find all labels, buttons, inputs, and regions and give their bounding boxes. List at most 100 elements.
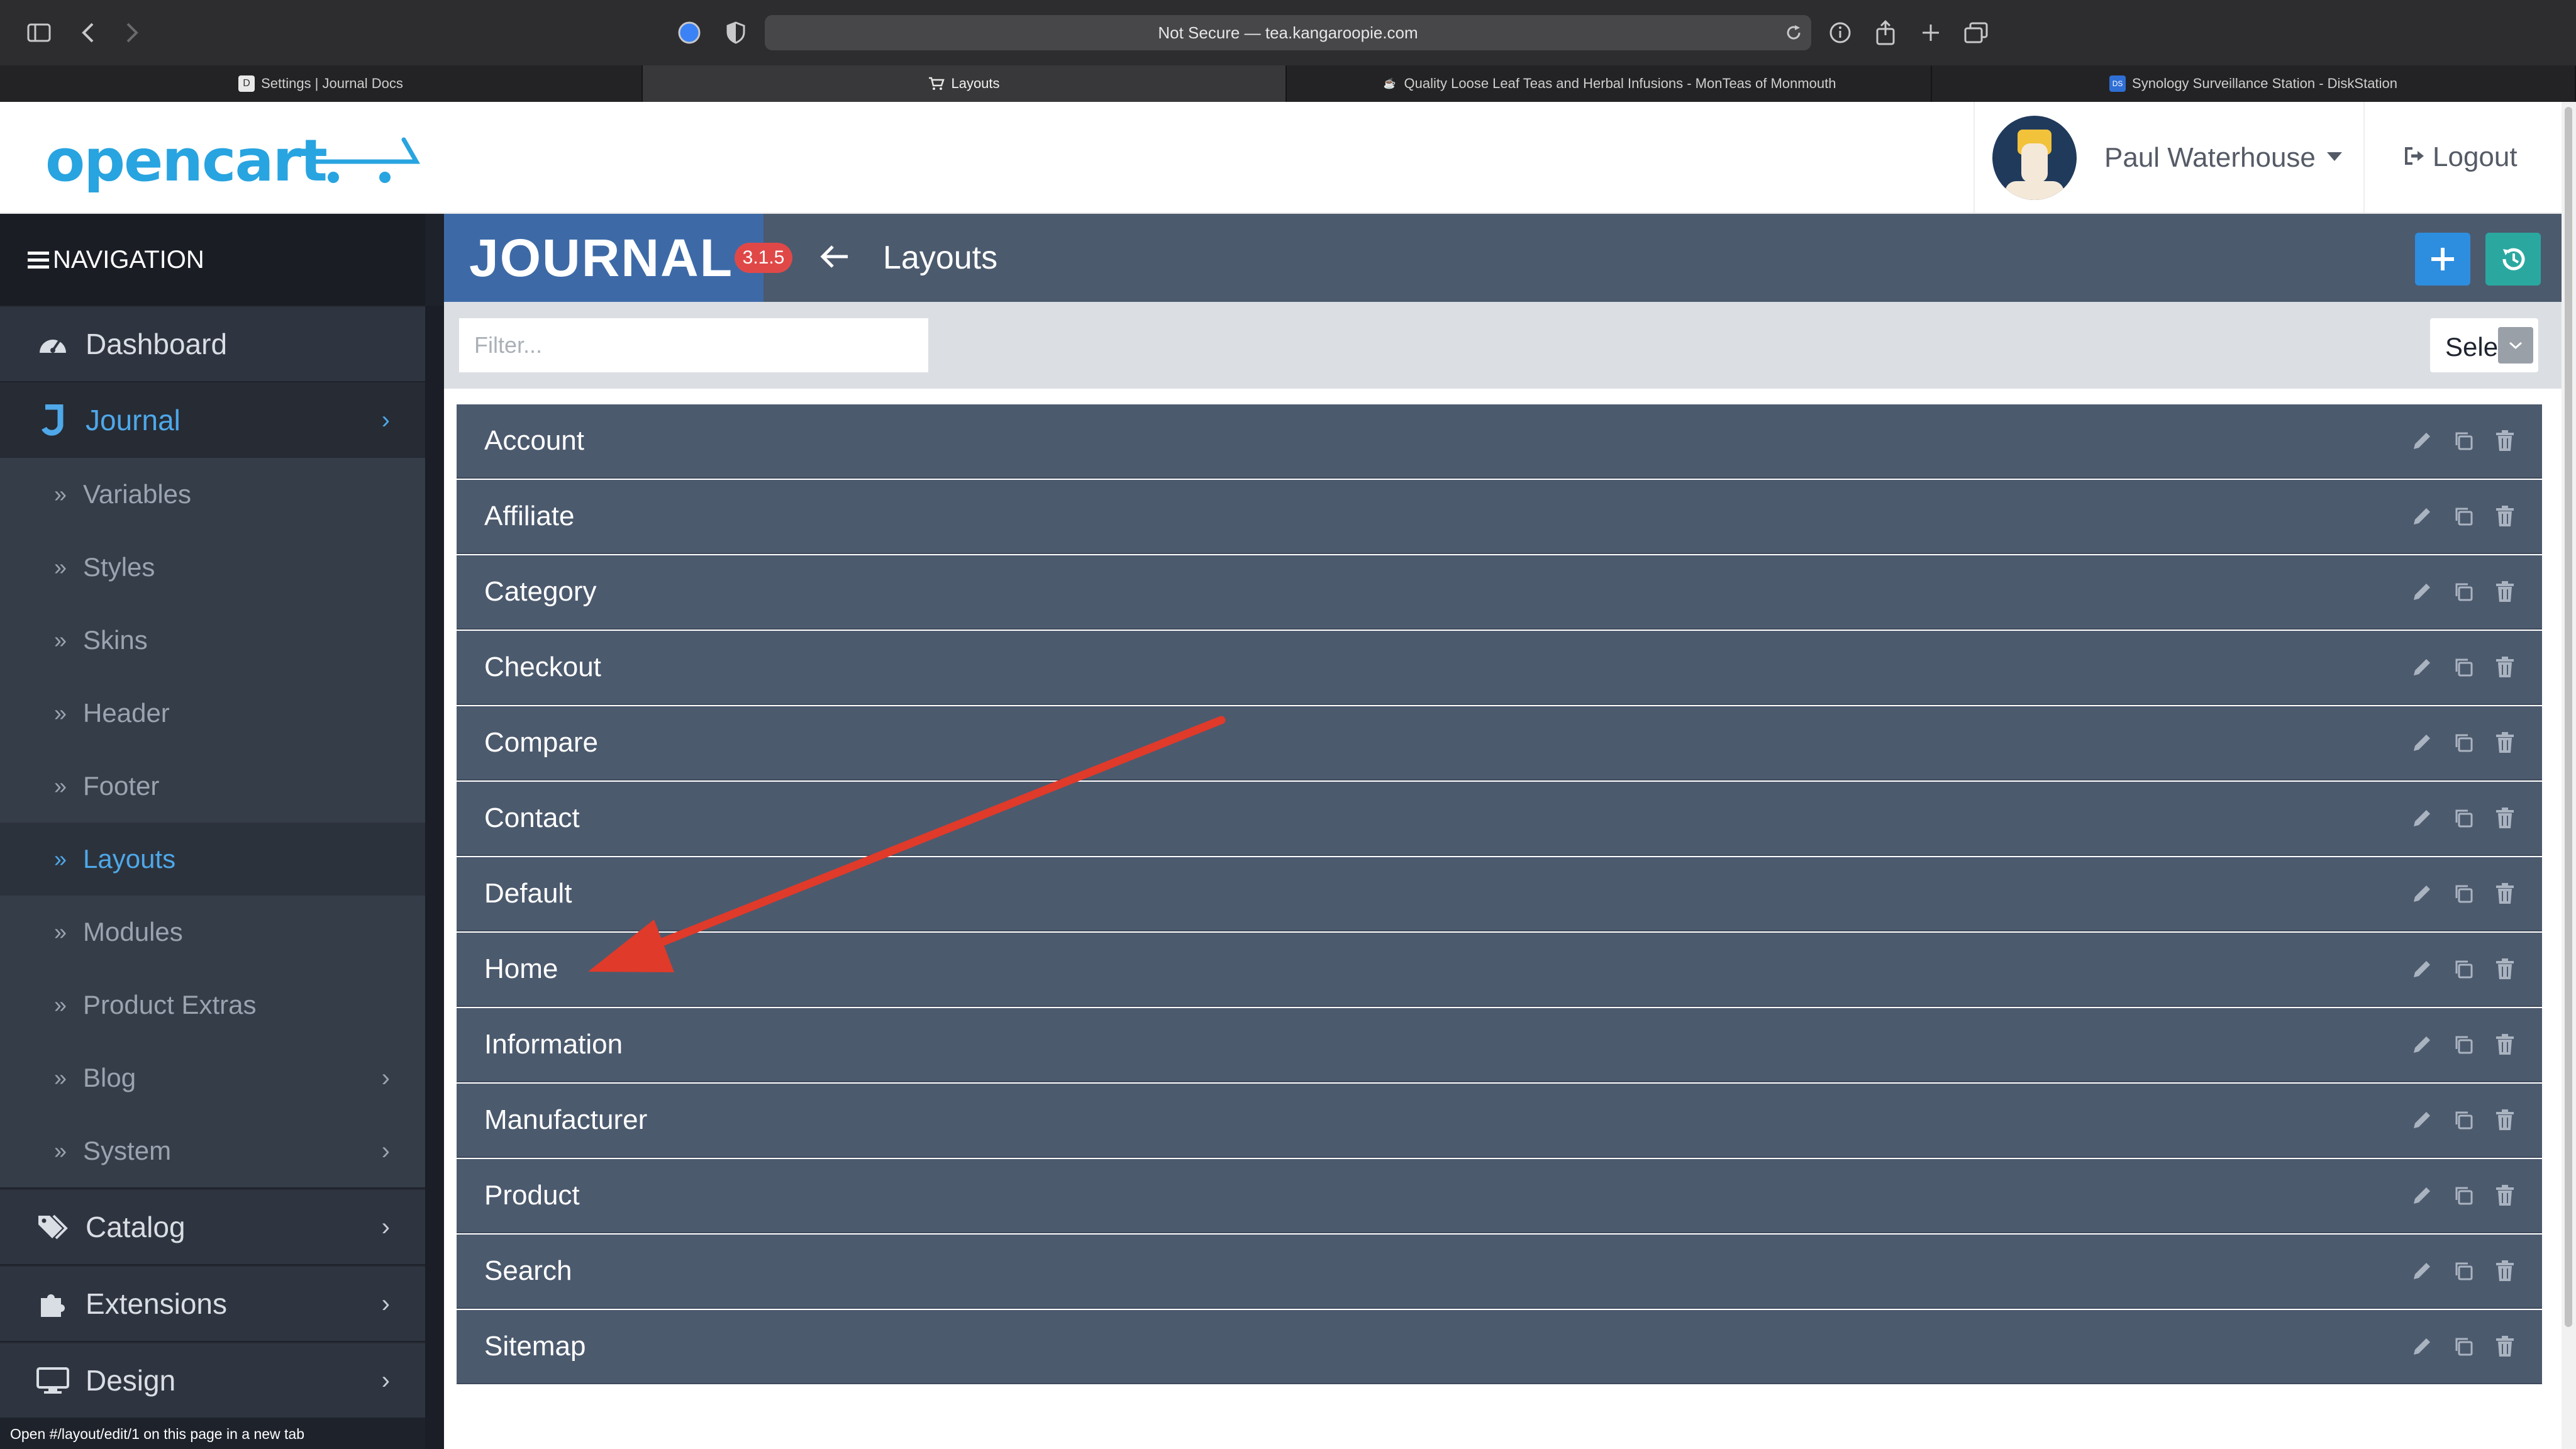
layout-row[interactable]: Default (457, 857, 2542, 931)
edit-icon[interactable] (2410, 1259, 2434, 1283)
delete-icon[interactable] (2493, 1335, 2517, 1358)
delete-icon[interactable] (2493, 655, 2517, 679)
opencart-logo[interactable]: opencart (45, 127, 421, 194)
sidebar-scrollbar[interactable] (425, 306, 444, 1449)
sidebar-subitem-variables[interactable]: » Variables (0, 458, 425, 531)
forward-icon[interactable] (116, 16, 148, 49)
edit-icon[interactable] (2410, 580, 2434, 604)
logout-button[interactable]: Logout (2404, 137, 2518, 177)
sidebar-toggle-icon[interactable] (23, 16, 55, 49)
layout-row[interactable]: Search (457, 1235, 2542, 1309)
new-tab-icon[interactable] (1914, 16, 1947, 49)
copy-icon[interactable] (2451, 1033, 2475, 1057)
delete-icon[interactable] (2493, 957, 2517, 981)
delete-icon[interactable] (2493, 731, 2517, 755)
layout-name[interactable]: Product (484, 1180, 580, 1211)
delete-icon[interactable] (2493, 1259, 2517, 1283)
delete-icon[interactable] (2493, 806, 2517, 830)
share-icon[interactable] (1869, 16, 1902, 49)
copy-icon[interactable] (2451, 655, 2475, 679)
layout-name[interactable]: Sitemap (484, 1331, 586, 1362)
copy-icon[interactable] (2451, 806, 2475, 830)
layout-name[interactable]: Information (484, 1029, 623, 1060)
edit-icon[interactable] (2410, 1184, 2434, 1208)
tab-synology[interactable]: DS Synology Surveillance Station - DiskS… (1932, 65, 2576, 102)
edit-icon[interactable] (2410, 957, 2434, 981)
edit-icon[interactable] (2410, 1108, 2434, 1132)
sidebar-item-design[interactable]: Design › (0, 1342, 425, 1418)
copy-icon[interactable] (2451, 957, 2475, 981)
tab-journal-docs[interactable]: D Settings | Journal Docs (0, 65, 643, 102)
sidebar-subitem-product-extras[interactable]: » Product Extras (0, 969, 425, 1041)
layout-name[interactable]: Default (484, 878, 572, 909)
layout-name[interactable]: Contact (484, 802, 580, 834)
info-icon[interactable] (1824, 16, 1857, 49)
layout-row[interactable]: Compare (457, 706, 2542, 780)
copy-icon[interactable] (2451, 429, 2475, 453)
layout-row[interactable]: Checkout (457, 631, 2542, 705)
navigation-header[interactable]: NAVIGATION (0, 214, 425, 306)
delete-icon[interactable] (2493, 1184, 2517, 1208)
delete-icon[interactable] (2493, 882, 2517, 906)
layout-name[interactable]: Home (484, 953, 558, 985)
privacy-icon[interactable] (673, 16, 706, 49)
reload-icon[interactable] (1777, 16, 1810, 49)
address-bar[interactable]: Not Secure — tea.kangaroopie.com (765, 15, 1811, 50)
layout-row[interactable]: Contact (457, 782, 2542, 856)
copy-icon[interactable] (2451, 1335, 2475, 1358)
edit-icon[interactable] (2410, 655, 2434, 679)
delete-icon[interactable] (2493, 580, 2517, 604)
delete-icon[interactable] (2493, 1033, 2517, 1057)
sidebar-subitem-footer[interactable]: » Footer (0, 750, 425, 823)
copy-icon[interactable] (2451, 1259, 2475, 1283)
sidebar-item-extensions[interactable]: Extensions › (0, 1265, 425, 1341)
sidebar-subitem-styles[interactable]: » Styles (0, 531, 425, 604)
delete-icon[interactable] (2493, 504, 2517, 528)
layout-row[interactable]: Product (457, 1159, 2542, 1233)
sidebar-subitem-skins[interactable]: » Skins (0, 604, 425, 677)
shield-icon[interactable] (719, 16, 752, 49)
edit-icon[interactable] (2410, 806, 2434, 830)
layout-row[interactable]: Affiliate (457, 480, 2542, 554)
layout-name[interactable]: Account (484, 425, 584, 457)
layout-name[interactable]: Category (484, 576, 597, 608)
edit-icon[interactable] (2410, 429, 2434, 453)
tab-monteas[interactable]: ☕ Quality Loose Leaf Teas and Herbal Inf… (1287, 65, 1932, 102)
edit-icon[interactable] (2410, 1033, 2434, 1057)
copy-icon[interactable] (2451, 504, 2475, 528)
page-scrollbar-thumb[interactable] (2565, 107, 2572, 1327)
layout-name[interactable]: Search (484, 1255, 572, 1287)
sidebar-subitem-layouts[interactable]: » Layouts (0, 823, 425, 896)
store-select[interactable]: Sele (2430, 318, 2538, 372)
edit-icon[interactable] (2410, 504, 2434, 528)
edit-icon[interactable] (2410, 1335, 2434, 1358)
layout-row[interactable]: Sitemap (457, 1310, 2542, 1384)
layout-name[interactable]: Checkout (484, 652, 601, 683)
sidebar-subitem-header[interactable]: » Header (0, 677, 425, 750)
sidebar-subitem-modules[interactable]: » Modules (0, 896, 425, 969)
layout-row[interactable]: Manufacturer (457, 1084, 2542, 1158)
sidebar-item-dashboard[interactable]: Dashboard (0, 306, 425, 381)
layout-name[interactable]: Manufacturer (484, 1104, 647, 1136)
layout-row[interactable]: Home (457, 933, 2542, 1007)
layout-name[interactable]: Affiliate (484, 501, 575, 532)
sidebar-subitem-blog[interactable]: » Blog › (0, 1041, 425, 1114)
back-icon[interactable] (72, 16, 104, 49)
edit-icon[interactable] (2410, 882, 2434, 906)
layout-name[interactable]: Compare (484, 727, 598, 758)
add-layout-button[interactable] (2415, 233, 2470, 286)
delete-icon[interactable] (2493, 429, 2517, 453)
filter-input[interactable] (459, 318, 928, 372)
copy-icon[interactable] (2451, 731, 2475, 755)
layout-row[interactable]: Information (457, 1008, 2542, 1082)
tab-overview-icon[interactable] (1960, 16, 1992, 49)
copy-icon[interactable] (2451, 580, 2475, 604)
copy-icon[interactable] (2451, 882, 2475, 906)
copy-icon[interactable] (2451, 1184, 2475, 1208)
delete-icon[interactable] (2493, 1108, 2517, 1132)
layout-row[interactable]: Category (457, 555, 2542, 630)
back-arrow-icon[interactable] (819, 236, 849, 277)
user-menu[interactable]: Paul Waterhouse (1992, 116, 2342, 200)
sidebar-item-catalog[interactable]: Catalog › (0, 1189, 425, 1264)
sidebar-item-journal[interactable]: Journal › (0, 382, 425, 458)
